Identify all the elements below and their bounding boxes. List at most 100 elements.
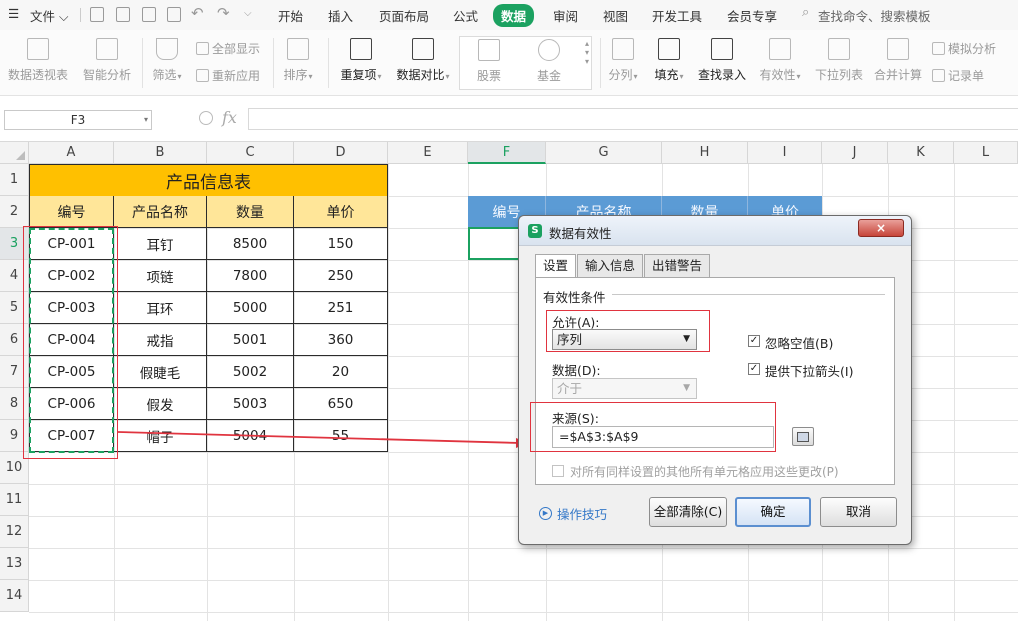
lookup-entry-button[interactable]: 查找录入 [697,38,747,83]
column-header-h[interactable]: H [662,142,748,164]
tab-page-layout[interactable]: 页面布局 [379,6,429,25]
quick-access-more-icon[interactable]: ⌵ [244,8,252,19]
table-cell[interactable]: 耳环 [114,292,207,324]
fill-button[interactable]: 填充▾ [652,38,686,83]
table-cell[interactable]: 5001 [207,324,294,356]
table-cell[interactable]: 项链 [114,260,207,292]
split-column-button[interactable]: 分列▾ [606,38,640,83]
save-icon[interactable] [90,7,104,22]
clear-all-button[interactable]: 全部清除(C) [649,497,727,527]
row-header-12[interactable]: 12 [0,516,29,548]
close-button[interactable]: × [858,219,904,237]
table-cell[interactable]: 360 [294,324,388,356]
column-header-l[interactable]: L [954,142,1018,164]
row-header-13[interactable]: 13 [0,548,29,580]
apply-all-checkbox[interactable] [552,465,564,477]
what-if-analysis-button[interactable]: 模拟分析 [932,40,996,57]
tab-input-message[interactable]: 输入信息 [577,254,644,278]
sort-button[interactable]: 排序▾ [281,38,315,83]
cancel-button[interactable]: 取消 [820,497,897,527]
print-preview-icon[interactable] [167,7,181,22]
table-cell[interactable]: 250 [294,260,388,292]
tab-error-alert[interactable]: 出错警告 [644,254,711,278]
stocks-button[interactable]: 股票 [472,39,506,84]
gallery-scroll-icon[interactable]: ▴ ▾ ▾ [585,39,589,66]
show-all-button[interactable]: 全部显示 [196,40,260,57]
print-icon[interactable] [142,7,156,22]
tab-home[interactable]: 开始 [278,6,303,25]
column-header-b[interactable]: B [114,142,207,164]
table-cell[interactable]: 耳钉 [114,228,207,260]
tab-developer[interactable]: 开发工具 [652,6,702,25]
duplicates-button[interactable]: 重复项▾ [336,38,386,83]
zoom-icon[interactable] [199,111,213,125]
tab-settings[interactable]: 设置 [535,254,577,279]
tab-view[interactable]: 视图 [603,6,628,25]
table-cell[interactable]: 8500 [207,228,294,260]
column-header-j[interactable]: J [822,142,888,164]
name-box[interactable]: F3 ▾ [4,110,152,130]
header-cell[interactable]: 产品名称 [114,196,207,228]
row-header-11[interactable]: 11 [0,484,29,516]
chevron-down-icon[interactable]: ▾ [144,111,148,129]
table-cell[interactable]: 7800 [207,260,294,292]
table-cell[interactable]: 150 [294,228,388,260]
table-title[interactable]: 产品信息表 [29,164,388,197]
table-cell[interactable]: 戒指 [114,324,207,356]
row-header-2[interactable]: 2 [0,196,29,228]
tab-formulas[interactable]: 公式 [453,6,478,25]
validity-button[interactable]: 有效性▾ [757,38,803,83]
dropdown-list-button[interactable]: 下拉列表 [814,38,864,83]
funds-button[interactable]: 基金 [532,39,566,84]
column-header-f[interactable]: F [468,142,546,164]
header-cell[interactable]: 单价 [294,196,388,228]
column-header-k[interactable]: K [888,142,954,164]
table-cell[interactable]: 650 [294,388,388,420]
formula-input[interactable] [248,108,1018,130]
header-cell[interactable]: 数量 [207,196,294,228]
ignore-blank-checkbox[interactable]: ✓ [748,335,760,347]
file-menu[interactable]: 文件 ⌵ [30,6,68,25]
column-header-e[interactable]: E [388,142,468,164]
tab-member[interactable]: 会员专享 [727,6,777,25]
table-cell[interactable]: 帽子 [114,420,207,452]
table-cell[interactable]: 假睫毛 [114,356,207,388]
dialog-title-bar[interactable]: S 数据有效性 × [519,216,911,246]
table-cell[interactable]: 5004 [207,420,294,452]
tips-link[interactable]: ▶ 操作技巧 [539,504,607,523]
column-header-i[interactable]: I [748,142,822,164]
fx-icon[interactable]: fx [222,108,237,127]
header-cell[interactable]: 编号 [29,196,114,228]
table-cell[interactable]: 20 [294,356,388,388]
row-header-14[interactable]: 14 [0,580,29,612]
filter-button[interactable]: 筛选▾ [150,38,184,83]
redo-icon[interactable]: ↷ [217,4,230,22]
record-form-button[interactable]: 记录单 [932,67,984,84]
table-cell[interactable]: 5000 [207,292,294,324]
undo-icon[interactable]: ↶ [191,4,204,22]
table-cell[interactable]: 5003 [207,388,294,420]
data-compare-button[interactable]: 数据对比▾ [394,38,452,83]
column-header-d[interactable]: D [294,142,388,164]
smart-analysis-button[interactable]: 智能分析 [82,38,132,83]
tab-review[interactable]: 审阅 [553,6,578,25]
data-operator-select[interactable]: 介于 ▼ [552,378,697,399]
tab-data[interactable]: 数据 [493,4,535,27]
column-header-c[interactable]: C [207,142,294,164]
tab-insert[interactable]: 插入 [328,6,353,25]
dropdown-arrow-checkbox[interactable]: ✓ [748,363,760,375]
column-header-g[interactable]: G [546,142,662,164]
hamburger-icon[interactable]: ☰ [8,6,19,21]
ok-button[interactable]: 确定 [735,497,811,527]
table-cell[interactable]: 5002 [207,356,294,388]
table-cell[interactable]: 假发 [114,388,207,420]
column-header-a[interactable]: A [29,142,114,164]
reapply-button[interactable]: 重新应用 [196,67,260,84]
pivot-table-button[interactable]: 数据透视表 [8,38,68,83]
table-cell[interactable]: 251 [294,292,388,324]
consolidate-button[interactable]: 合并计算 [873,38,923,83]
range-picker-button[interactable] [792,427,814,446]
search-command[interactable]: 查找命令、搜索模板 [818,6,931,25]
table-cell[interactable]: 55 [294,420,388,452]
source-input[interactable]: =$A$3:$A$9 [552,426,774,448]
